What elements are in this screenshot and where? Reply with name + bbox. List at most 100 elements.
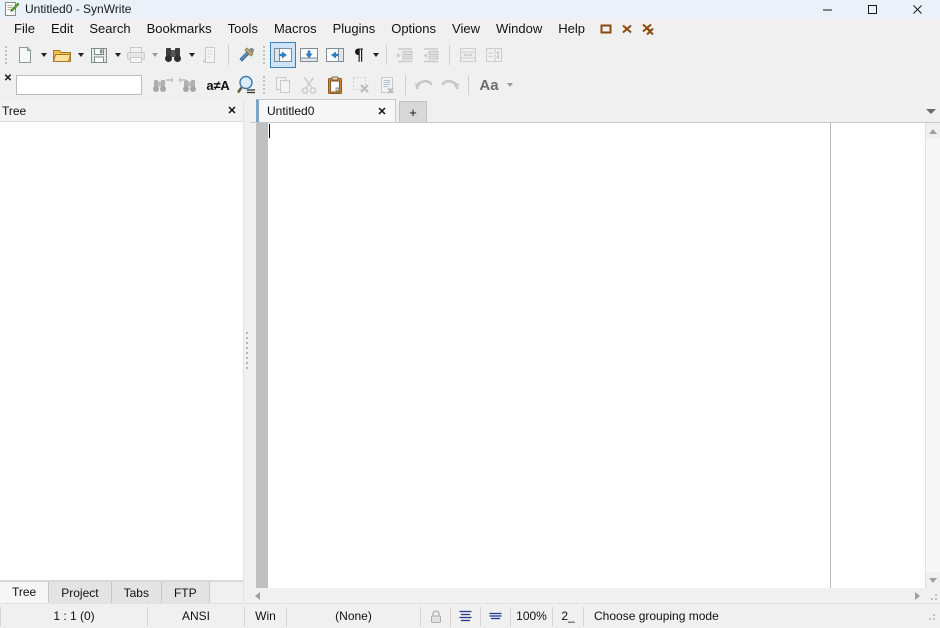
split-horizontal-button[interactable] [455, 42, 481, 68]
menu-plugins[interactable]: Plugins [325, 19, 384, 39]
undo-button[interactable] [411, 72, 437, 98]
tab-list-dropdown-icon[interactable] [924, 104, 938, 118]
match-case-button[interactable]: a≠A [202, 72, 234, 98]
maximize-button[interactable] [850, 0, 895, 18]
scroll-right-button[interactable] [910, 588, 925, 603]
menu-file[interactable]: File [6, 19, 43, 39]
editor-vertical-scrollbar[interactable] [925, 123, 940, 588]
scroll-left-button[interactable] [250, 588, 265, 603]
mdi-restore-icon[interactable] [599, 22, 613, 36]
status-line-endings[interactable]: Win [245, 607, 287, 626]
status-zoom[interactable]: 100% [511, 607, 553, 626]
synwrite-window: Untitled0 - SynWrite File Edit Search Bo… [0, 0, 940, 628]
menu-help[interactable]: Help [550, 19, 593, 39]
mdi-close-icon[interactable] [620, 22, 634, 36]
menu-search[interactable]: Search [81, 19, 138, 39]
menu-bookmarks[interactable]: Bookmarks [139, 19, 220, 39]
indent-block-button[interactable] [322, 42, 348, 68]
editor-row [250, 123, 940, 588]
change-case-label: Aa [479, 77, 498, 94]
find-next-button[interactable] [150, 72, 176, 98]
resize-grip[interactable] [925, 588, 940, 603]
main-toolbar: ¶ [0, 40, 940, 70]
show-nonprinting-dropdown[interactable] [370, 42, 381, 68]
delete-selection-button[interactable] [348, 72, 374, 98]
tree-panel-close-icon[interactable]: ✕ [225, 103, 239, 119]
editor-horizontal-scrollbar[interactable] [250, 588, 940, 603]
copy-button[interactable] [270, 72, 296, 98]
redo-button[interactable] [437, 72, 463, 98]
dock-tab-ftp[interactable]: FTP [162, 582, 210, 603]
find-binoculars-button[interactable] [160, 42, 186, 68]
vertical-scroll-track[interactable] [926, 139, 940, 572]
menu-edit[interactable]: Edit [43, 19, 81, 39]
status-lexer[interactable]: (None) [287, 607, 421, 626]
search-toolbar-grip[interactable] [260, 74, 268, 96]
insert-block-button[interactable] [296, 42, 322, 68]
status-line-numbers[interactable] [481, 607, 511, 626]
menu-macros[interactable]: Macros [266, 19, 325, 39]
toolbar-separator-2 [386, 45, 387, 65]
search-toolbar-close[interactable]: ✕ [2, 72, 14, 98]
menu-tools[interactable]: Tools [220, 19, 266, 39]
split-vertical-button[interactable] [481, 42, 507, 68]
status-readonly-lock[interactable] [421, 607, 451, 626]
scroll-up-button[interactable] [926, 123, 940, 139]
show-nonprinting-button[interactable]: ¶ [348, 42, 370, 68]
status-tab-size[interactable]: 2_ [553, 607, 584, 626]
document-tab-close-icon[interactable]: ✕ [375, 105, 389, 118]
save-file-dropdown[interactable] [112, 42, 123, 68]
dock-splitter[interactable] [244, 100, 250, 603]
status-caret-position[interactable]: 1 : 1 (0) [0, 607, 148, 626]
editor-area: Untitled0 ✕ + [250, 100, 940, 603]
dock-tab-tabs[interactable]: Tabs [112, 582, 162, 603]
mdi-controls [599, 22, 655, 36]
change-case-button[interactable]: Aa [474, 72, 504, 98]
status-resize-grip[interactable] [924, 609, 938, 623]
dock-tab-project[interactable]: Project [49, 582, 111, 603]
status-word-wrap[interactable] [451, 607, 481, 626]
search-input[interactable] [16, 75, 142, 95]
menu-options[interactable]: Options [383, 19, 444, 39]
toolbar-grip-2[interactable] [260, 44, 268, 66]
save-file-button[interactable] [86, 42, 112, 68]
new-file-button[interactable] [12, 42, 38, 68]
cut-button[interactable] [296, 72, 322, 98]
paste-button[interactable] [322, 72, 348, 98]
tree-view[interactable] [0, 122, 243, 581]
status-encoding[interactable]: ANSI [148, 607, 245, 626]
open-file-dropdown[interactable] [75, 42, 86, 68]
menu-window[interactable]: Window [488, 19, 550, 39]
match-case-label: a≠A [206, 78, 229, 93]
decrease-indent-button[interactable] [418, 42, 444, 68]
mdi-close-all-icon[interactable] [641, 22, 655, 36]
horizontal-scroll-track[interactable] [265, 588, 910, 603]
minimize-button[interactable] [805, 0, 850, 18]
goto-line-button[interactable] [197, 42, 223, 68]
change-case-dropdown[interactable] [504, 72, 515, 98]
editor-folding-bar[interactable] [256, 123, 268, 588]
menu-view[interactable]: View [444, 19, 488, 39]
new-file-dropdown[interactable] [38, 42, 49, 68]
scroll-down-button[interactable] [926, 572, 940, 588]
menu-bar: File Edit Search Bookmarks Tools Macros … [0, 18, 940, 40]
toolbar-grip[interactable] [2, 44, 10, 66]
tools-wrench-hammer-button[interactable] [234, 42, 260, 68]
select-all-button[interactable] [374, 72, 400, 98]
tree-panel-title: Tree [2, 104, 225, 118]
document-tab-untitled0[interactable]: Untitled0 ✕ [256, 99, 396, 122]
print-dropdown[interactable] [149, 42, 160, 68]
close-button[interactable] [895, 0, 940, 18]
find-options-button[interactable] [234, 72, 260, 98]
new-tab-button[interactable]: + [399, 101, 427, 122]
print-button[interactable] [123, 42, 149, 68]
dock-tab-tree[interactable]: Tree [0, 582, 49, 603]
find-previous-button[interactable] [176, 72, 202, 98]
open-file-button[interactable] [49, 42, 75, 68]
editor-text-canvas[interactable] [268, 123, 925, 588]
unindent-block-button[interactable] [270, 42, 296, 68]
right-margin-line [830, 123, 831, 588]
increase-indent-button[interactable] [392, 42, 418, 68]
find-dropdown[interactable] [186, 42, 197, 68]
title-bar: Untitled0 - SynWrite [0, 0, 940, 18]
